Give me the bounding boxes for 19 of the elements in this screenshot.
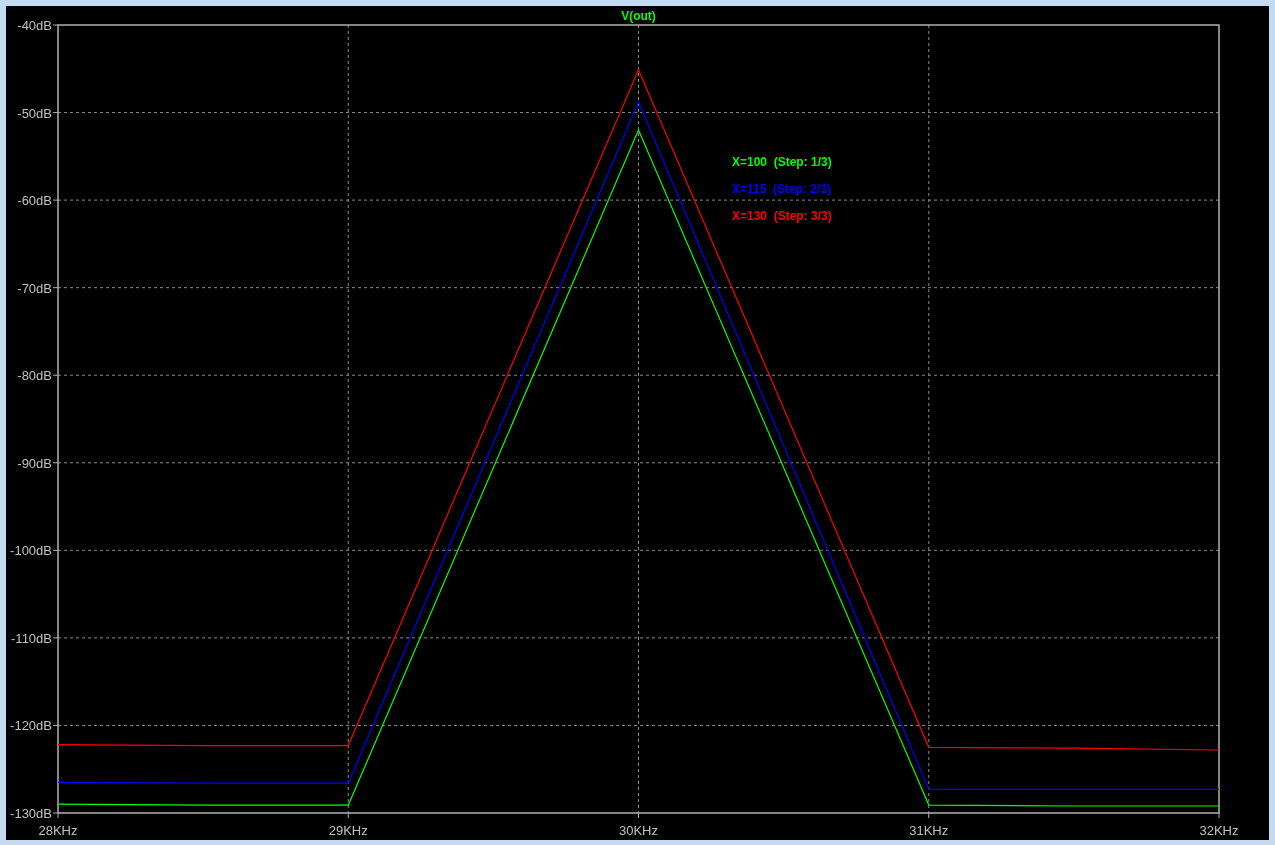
y-axis-label: -100dB xyxy=(10,543,52,559)
legend-label: X=115 (Step: 2/3) xyxy=(732,182,832,196)
y-axis-label: -120dB xyxy=(10,718,52,734)
x-axis-label: 30KHz xyxy=(619,823,658,838)
x-axis-label: 28KHz xyxy=(38,823,78,838)
y-axis-label: -70dB xyxy=(17,280,52,296)
legend-label: X=130 (Step: 3/3) xyxy=(732,209,832,223)
y-axis-label: -80dB xyxy=(17,368,52,384)
legend-label: X=100 (Step: 1/3) xyxy=(732,155,832,169)
y-axis-label: -40dB xyxy=(17,18,52,33)
x-axis-label: 29KHz xyxy=(328,823,368,838)
chart-title: V(out) xyxy=(621,9,656,23)
y-axis-label: -90dB xyxy=(17,455,52,471)
y-axis-label: -50dB xyxy=(17,105,52,121)
x-axis-label: 31KHz xyxy=(909,823,949,838)
y-axis-label: -130dB xyxy=(10,806,52,821)
x-axis-label: 32KHz xyxy=(1199,823,1239,838)
y-axis-label: -60dB xyxy=(17,193,52,209)
y-axis-label: -110dB xyxy=(11,630,52,646)
